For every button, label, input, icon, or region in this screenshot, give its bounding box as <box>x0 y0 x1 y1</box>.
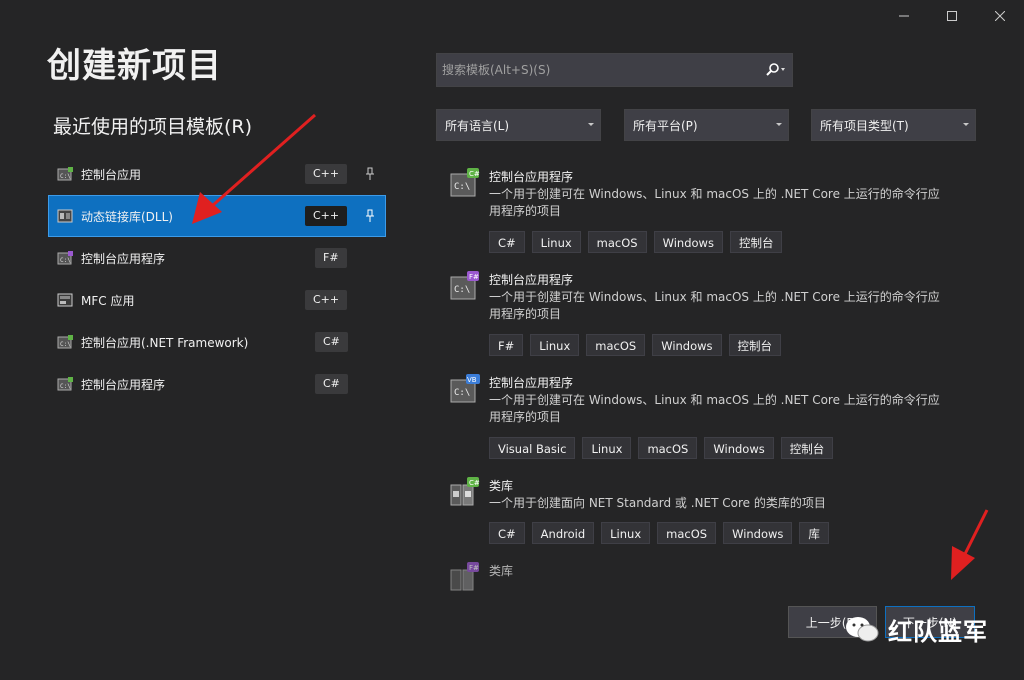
wechat-icon <box>846 616 879 641</box>
watermark-text: 红队蓝军 <box>888 618 988 646</box>
annotation-arrows <box>192 113 989 580</box>
watermark: 红队蓝军 <box>844 612 988 647</box>
